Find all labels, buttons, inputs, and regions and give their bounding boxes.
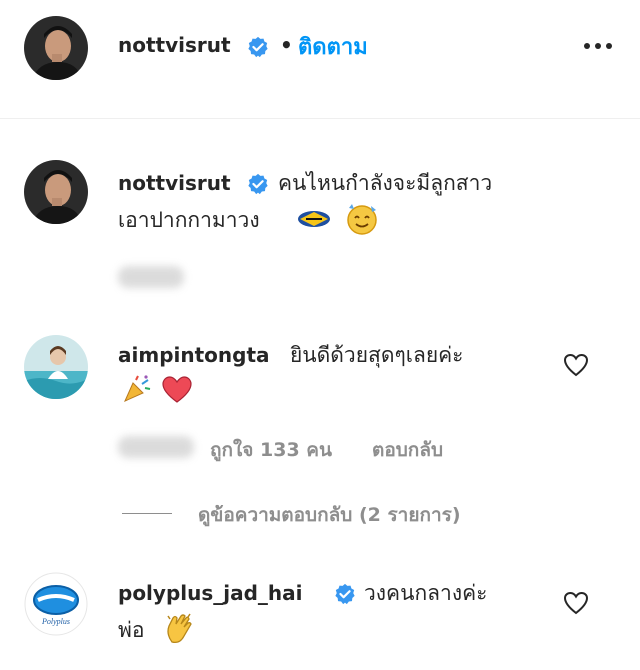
author-avatar[interactable] (24, 16, 88, 80)
sparkle-face-icon (347, 204, 377, 235)
red-heart-icon (162, 376, 192, 403)
caption-text-line1: คนไหนกำลังจะมีลูกสาว (278, 171, 493, 195)
comment-text-line1: ยินดีด้วยสุดๆเลยค่ะ (290, 343, 464, 367)
heart-outline-icon[interactable] (563, 353, 589, 377)
comment-time-blurred (118, 436, 194, 458)
caption-text-line2: เอาปากกามาวง (118, 208, 260, 232)
comment-username[interactable]: polyplus_jad_hai (118, 581, 303, 605)
more-options-icon[interactable] (582, 34, 614, 58)
verified-badge-icon (248, 173, 268, 195)
party-popper-icon (124, 375, 151, 402)
verified-badge-icon (248, 36, 268, 58)
comment-username[interactable]: aimpintongta (118, 343, 270, 367)
caption-avatar[interactable] (24, 160, 88, 224)
header-divider (0, 118, 640, 119)
caption-meta-blurred (118, 266, 184, 288)
comment-avatar[interactable] (24, 335, 88, 399)
view-replies-line (122, 513, 172, 514)
verified-badge-icon (335, 583, 355, 605)
post-header: nottvisrut • ติดตาม (0, 0, 640, 98)
caption-username[interactable]: nottvisrut (118, 171, 231, 195)
comment-text-line1: วงคนกลางค่ะ (364, 581, 488, 605)
comment-avatar[interactable]: Polyplus (24, 572, 88, 636)
pen-icon (298, 211, 330, 227)
header-username[interactable]: nottvisrut (118, 33, 231, 57)
reply-button[interactable]: ตอบกลับ (372, 435, 443, 465)
comment-text-line2: พ่อ (118, 618, 145, 642)
clapping-hands-icon (167, 613, 192, 644)
avatar-brand-text: Polyplus (41, 617, 70, 626)
view-replies-button[interactable]: ดูข้อความตอบกลับ (2 รายการ) (198, 500, 461, 530)
header-separator: • (280, 33, 293, 57)
heart-outline-icon[interactable] (563, 591, 589, 615)
comment-likes-count[interactable]: ถูกใจ 133 คน (210, 435, 332, 465)
follow-button[interactable]: ติดตาม (298, 29, 368, 64)
